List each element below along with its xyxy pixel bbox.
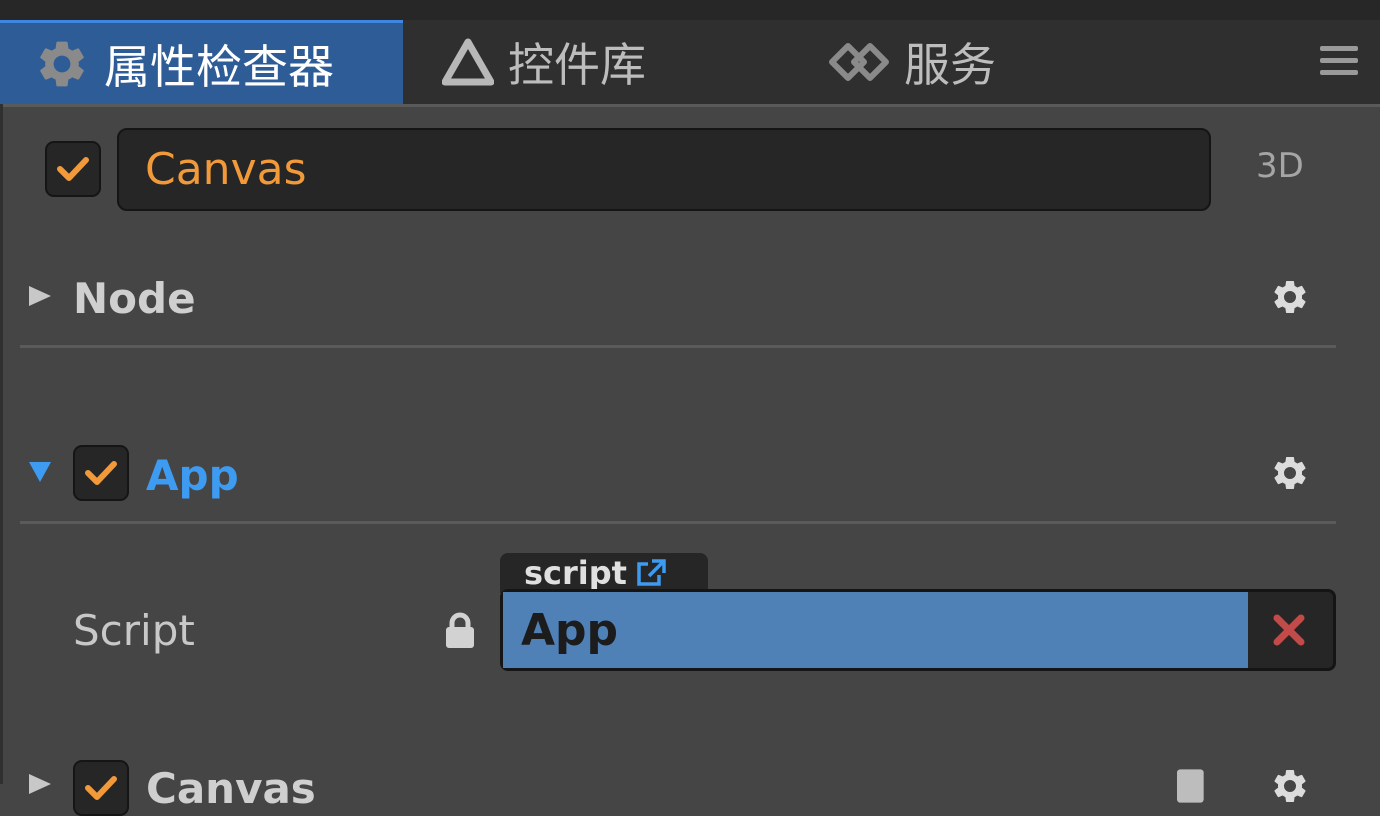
checkmark-icon	[85, 776, 117, 800]
clear-asset-button[interactable]	[1254, 600, 1324, 660]
asset-type-label: script	[524, 554, 627, 592]
service-icon	[828, 40, 890, 84]
tab-inspector-label: 属性检查器	[104, 39, 334, 94]
node-settings-gear-icon[interactable]	[1270, 277, 1310, 317]
tab-widget-library-label: 控件库	[508, 38, 646, 92]
script-asset-name: App	[521, 604, 619, 656]
canvas-settings-gear-icon[interactable]	[1270, 766, 1310, 806]
lock-icon	[446, 612, 474, 648]
tab-widget-library[interactable]: 控件库	[442, 20, 772, 104]
app-settings-gear-icon[interactable]	[1270, 453, 1310, 493]
section-node-title: Node	[73, 274, 196, 323]
node-enabled-checkbox[interactable]	[45, 141, 101, 197]
section-canvas-title: Canvas	[146, 764, 316, 813]
asset-type-tag: script	[500, 553, 708, 593]
triangle-icon	[442, 38, 494, 86]
panel-left-edge	[0, 104, 3, 784]
panel-menu-icon[interactable]	[1320, 46, 1358, 82]
external-link-icon[interactable]	[635, 558, 667, 588]
window-top-strip	[0, 0, 1380, 20]
app-enabled-checkbox[interactable]	[73, 445, 129, 501]
tab-services-label: 服务	[904, 38, 996, 92]
node-name-value: Canvas	[145, 144, 307, 195]
checkmark-icon	[85, 461, 117, 485]
tab-bar-divider	[0, 104, 1380, 107]
tab-services[interactable]: 服务	[828, 20, 1128, 104]
checkmark-icon	[57, 157, 89, 181]
expanded-arrow-icon[interactable]	[27, 460, 53, 484]
close-icon	[1273, 614, 1305, 646]
mode-3d-label: 3D	[1256, 146, 1304, 186]
node-name-input[interactable]: Canvas	[117, 128, 1211, 211]
tab-inspector[interactable]: 属性检查器	[0, 20, 403, 104]
canvas-enabled-checkbox[interactable]	[73, 760, 129, 816]
section-app-title: App	[146, 451, 239, 500]
section-node[interactable]	[20, 258, 1336, 348]
collapsed-arrow-icon[interactable]	[27, 284, 53, 308]
script-prop-label: Script	[73, 606, 195, 655]
gear-icon	[34, 36, 90, 92]
collapsed-arrow-icon[interactable]	[27, 772, 53, 796]
book-icon[interactable]	[1172, 766, 1212, 806]
script-asset-value[interactable]: App	[503, 592, 1248, 668]
